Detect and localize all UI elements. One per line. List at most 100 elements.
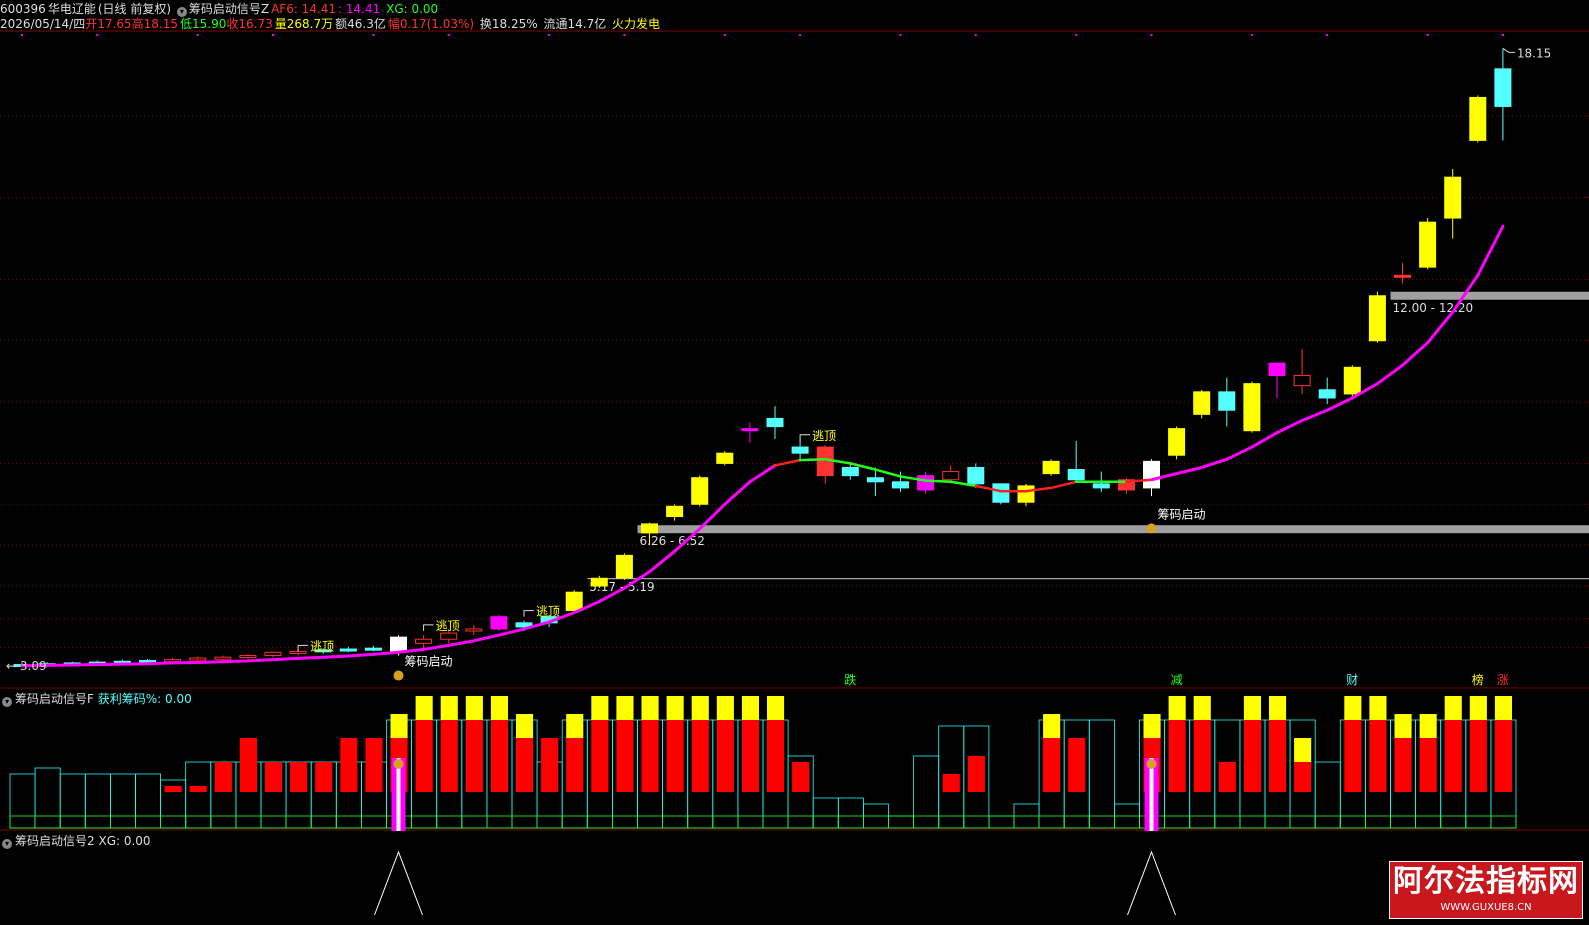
candle-body: [641, 523, 658, 534]
f-base-bar: [1038, 815, 1065, 829]
f-base-bar: [210, 815, 237, 829]
f-base-bar: [536, 815, 563, 829]
f-profit-bar: [465, 720, 483, 792]
ma-line-segment: [447, 639, 476, 647]
panel-f-header: ▾ 筹码启动信号F 获利筹码%: 0.00: [2, 692, 192, 707]
f-base-bar: [1490, 815, 1517, 829]
f-profit-bar: [767, 720, 785, 792]
f-profit-top-bar: [465, 696, 483, 720]
f-profit-top-bar: [390, 714, 408, 738]
f-profit-bar: [290, 762, 308, 792]
candle-body: [1293, 374, 1311, 387]
f-base-bar: [837, 815, 864, 829]
ma-line-segment: [773, 458, 802, 467]
f-base-bar: [988, 815, 1015, 829]
candle-body: [390, 636, 407, 652]
f-profit-top-bar: [440, 696, 458, 720]
panel-f-menu-icon[interactable]: ▾: [2, 697, 12, 707]
f-profit-top-bar: [666, 696, 684, 720]
f-base-bar: [1114, 815, 1140, 829]
support-zone-band: [587, 578, 1589, 580]
support-zone-label: 12.00 - 12.20: [1393, 301, 1474, 315]
ma-line-segment: [346, 652, 375, 658]
f-profit-bar: [1193, 720, 1211, 792]
ma-line-segment: [874, 468, 902, 478]
candle-body: [1143, 460, 1160, 489]
f-envelope-bar: [110, 773, 136, 829]
ma-line-segment: [246, 658, 275, 663]
ma-line-segment: [296, 655, 325, 660]
top-marker-dot: [372, 34, 375, 36]
top-marker-dot: [272, 34, 274, 36]
xg-signal-peak: [1127, 850, 1176, 916]
f-profit-bar: [265, 762, 283, 792]
f-base-bar: [160, 815, 187, 829]
candle-body: [942, 471, 960, 481]
kline-chart[interactable]: 6.26 - 6.525.17 - 5.1912.00 - 12.2018.15…: [0, 0, 1589, 925]
candle-body: [691, 477, 709, 505]
f-base-bar: [662, 815, 689, 829]
f-envelope-bar: [812, 797, 839, 829]
escape-top-arrow: [297, 644, 309, 652]
high-price-label: 18.15: [1517, 46, 1551, 60]
panel-f-title[interactable]: 筹码启动信号F: [15, 692, 94, 706]
candle-body: [1469, 96, 1487, 141]
f-base-bar: [1189, 815, 1216, 829]
candle-body: [1394, 274, 1411, 278]
f-base-bar: [762, 815, 789, 829]
f-base-bar: [1465, 815, 1492, 829]
f-profit-bar: [440, 720, 458, 792]
ma-line-segment: [798, 458, 827, 462]
f-base-bar: [34, 815, 61, 829]
candle-body: [465, 628, 483, 632]
f-profit-bar: [967, 756, 985, 792]
candle-body: [1318, 389, 1336, 399]
f-profit-top-bar: [1344, 696, 1362, 720]
candle-body: [590, 577, 608, 587]
panel-2-menu-icon[interactable]: ▾: [2, 839, 12, 849]
f-base-bar: [1415, 815, 1442, 829]
f-profit-bar: [541, 738, 559, 792]
f-envelope-bar: [34, 767, 61, 829]
ma-line-segment: [497, 627, 526, 637]
candle-body: [189, 657, 207, 661]
f-base-bar: [1013, 815, 1040, 829]
f-base-bar: [84, 815, 111, 829]
f-base-bar: [938, 815, 965, 829]
ma-line-segment: [1225, 445, 1254, 461]
chip-start-label: 筹码启动: [405, 655, 453, 669]
f-base-bar: [612, 815, 638, 829]
f-base-bar: [110, 815, 136, 829]
f-profit-top-bar: [616, 696, 634, 720]
f-base-bar: [1214, 815, 1241, 829]
f-base-bar: [637, 815, 664, 829]
top-marker-dot: [1426, 34, 1429, 36]
candle-body: [892, 481, 909, 489]
candle-body: [992, 483, 1010, 503]
panel-2-title[interactable]: 筹码启动信号2: [15, 834, 95, 848]
candle-body: [339, 648, 357, 652]
f-profit-bar: [1218, 762, 1236, 792]
candle-body: [1494, 68, 1512, 107]
f-profit-top-bar: [1143, 714, 1161, 738]
candle-body: [716, 452, 734, 464]
ma-line-segment: [924, 479, 952, 484]
f-profit-bar: [516, 738, 534, 792]
bottom-tag-label: 减: [1171, 673, 1183, 687]
f-profit-bar: [1469, 720, 1487, 792]
candle-body: [1067, 469, 1085, 481]
f-base-bar: [285, 815, 312, 829]
f-envelope-bar: [185, 761, 212, 829]
f-profit-top-bar: [691, 696, 709, 720]
top-marker-dot: [974, 34, 977, 36]
f-profit-bar: [1344, 720, 1362, 792]
top-marker-dot: [548, 34, 551, 36]
panel-f-value: 获利筹码%: 0.00: [97, 692, 192, 706]
f-base-bar: [737, 815, 764, 829]
candle-body: [1168, 428, 1186, 456]
candle-body: [917, 475, 935, 491]
candle-body: [791, 446, 809, 454]
f-profit-bar: [716, 720, 734, 792]
f-envelope-bar: [913, 755, 940, 829]
f-base-bar: [511, 815, 538, 829]
